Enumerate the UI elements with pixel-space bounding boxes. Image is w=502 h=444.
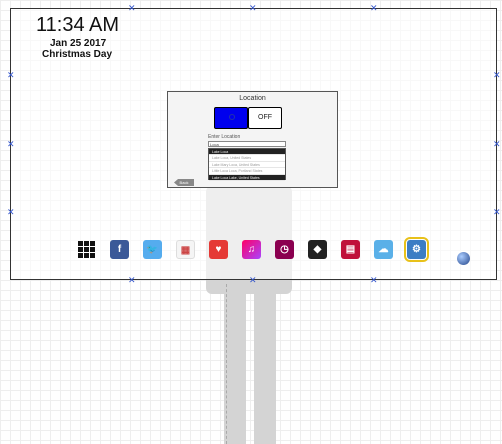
- music-icon[interactable]: ♫: [242, 240, 261, 259]
- figure-right-leg: [254, 292, 276, 444]
- apps-grid-icon[interactable]: [77, 240, 96, 259]
- health-icon[interactable]: ♥: [209, 240, 228, 259]
- resize-handle-right-2[interactable]: ✕: [493, 140, 501, 149]
- resize-handle-left-1[interactable]: ✕: [7, 71, 15, 80]
- resize-handle-top-3[interactable]: ✕: [370, 4, 378, 13]
- timer-icon[interactable]: ◷: [275, 240, 294, 259]
- notes-icon[interactable]: ▤: [341, 240, 360, 259]
- resize-handle-left-2[interactable]: ✕: [7, 140, 15, 149]
- facebook-icon[interactable]: f: [110, 240, 129, 259]
- dialog-title: Location: [239, 95, 266, 102]
- resize-handle-left-3[interactable]: ✕: [7, 208, 15, 217]
- clock-time: 11:34 AM: [36, 14, 120, 36]
- weather-icon[interactable]: ☁: [374, 240, 393, 259]
- suggestion-item[interactable]: Lake Loca Lake, United States: [209, 174, 285, 181]
- twitter-icon[interactable]: 🐦: [143, 240, 162, 259]
- globe-icon[interactable]: [457, 252, 470, 265]
- location-toggle-off[interactable]: OFF: [248, 107, 282, 129]
- resize-handle-right-1[interactable]: ✕: [493, 71, 501, 80]
- location-suggestions: Lake Loca Lake Loca, United States Lake …: [208, 148, 286, 181]
- figure-guide-line: [226, 284, 227, 444]
- figure-left-leg: [224, 292, 246, 444]
- calendar-icon[interactable]: ▦: [176, 240, 195, 259]
- location-pin-icon: [229, 114, 235, 120]
- location-toggle-on[interactable]: [214, 107, 248, 129]
- resize-handle-bottom-3[interactable]: ✕: [370, 276, 378, 285]
- back-button[interactable]: Back: [174, 179, 194, 186]
- settings-icon[interactable]: ⚙: [404, 237, 429, 262]
- location-input[interactable]: Loca: [208, 141, 286, 147]
- resize-handle-right-3[interactable]: ✕: [493, 208, 501, 217]
- clock-date: Jan 25 2017: [50, 38, 107, 49]
- resize-handle-bottom-1[interactable]: ✕: [128, 276, 136, 285]
- cube-icon[interactable]: ◆: [308, 240, 327, 259]
- clock-holiday: Christmas Day: [42, 49, 113, 60]
- resize-handle-top-1[interactable]: ✕: [128, 4, 136, 13]
- resize-handle-top-2[interactable]: ✕: [249, 4, 257, 13]
- resize-handle-bottom-2[interactable]: ✕: [249, 276, 257, 285]
- enter-location-label: Enter Location: [208, 134, 241, 140]
- location-dialog: Location OFF Enter Location Loca Lake Lo…: [167, 91, 338, 188]
